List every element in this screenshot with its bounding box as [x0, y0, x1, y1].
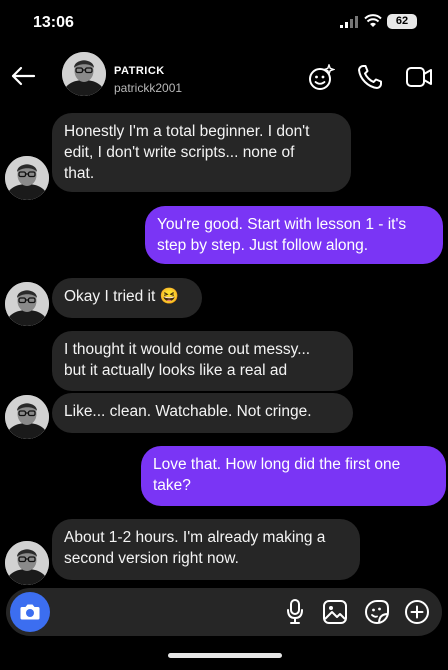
message-incoming[interactable]: Okay I tried it 😆 — [52, 278, 202, 318]
signal-icon — [340, 16, 358, 28]
contact-avatar[interactable] — [62, 52, 106, 96]
gallery-icon[interactable] — [322, 599, 348, 625]
back-arrow-icon[interactable] — [10, 64, 36, 88]
plus-icon[interactable] — [404, 599, 430, 625]
contact-avatar-small[interactable] — [5, 395, 49, 439]
message-incoming[interactable]: Honestly I'm a total beginner. I don't e… — [52, 113, 351, 192]
chat-header: PATRICK patrickk2001 — [0, 48, 448, 104]
contact-name[interactable]: PATRICK — [114, 65, 165, 77]
home-indicator — [168, 653, 282, 658]
contact-username[interactable]: patrickk2001 — [114, 81, 182, 95]
status-bar: 13:06 62 — [0, 0, 448, 44]
contact-avatar-small[interactable] — [5, 541, 49, 585]
message-composer — [0, 588, 448, 636]
contact-avatar-small[interactable] — [5, 156, 49, 200]
message-incoming[interactable]: About 1-2 hours. I'm already making a se… — [52, 519, 360, 580]
message-incoming[interactable]: Like... clean. Watchable. Not cringe. — [52, 393, 353, 433]
battery-level: 62 — [395, 15, 409, 27]
video-icon[interactable] — [405, 64, 433, 90]
effects-icon[interactable] — [307, 64, 335, 92]
microphone-icon[interactable] — [286, 599, 304, 625]
camera-button[interactable] — [10, 592, 50, 632]
status-time: 13:06 — [33, 14, 74, 31]
message-outgoing[interactable]: Love that. How long did the first one ta… — [141, 446, 446, 506]
wifi-icon — [364, 14, 382, 27]
battery-icon: 62 — [387, 14, 417, 29]
sticker-icon[interactable] — [364, 599, 390, 625]
message-outgoing[interactable]: You're good. Start with lesson 1 - it's … — [145, 206, 443, 264]
phone-icon[interactable] — [357, 64, 383, 90]
message-incoming[interactable]: I thought it would come out messy... but… — [52, 331, 353, 391]
contact-avatar-small[interactable] — [5, 282, 49, 326]
camera-icon — [20, 604, 40, 620]
